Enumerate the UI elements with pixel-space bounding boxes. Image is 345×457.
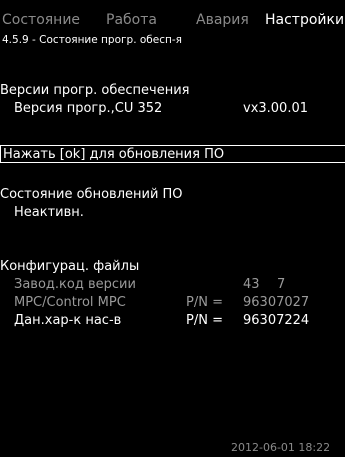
config-row-pn-label: P/N = bbox=[186, 295, 223, 310]
config-row-value: 96307224 bbox=[243, 313, 310, 328]
tab-operation[interactable]: Работа bbox=[106, 12, 157, 28]
config-row-label: MPC/Control MPC bbox=[14, 295, 126, 310]
config-row-pn-label: P/N = bbox=[186, 313, 223, 328]
update-software-button[interactable]: Нажать [ok] для обновления ПО bbox=[0, 145, 345, 163]
software-version-label: Версия прогр.,CU 352 bbox=[14, 101, 163, 116]
breadcrumb: 4.5.9 - Состояние прогр. обесп-я bbox=[2, 34, 182, 46]
config-row-label: Дан.хар-к нас-в bbox=[14, 313, 122, 328]
tab-bar: Состояние Работа Авария Настройки bbox=[0, 0, 345, 28]
footer-datetime: 2012-06-01 18:22 bbox=[231, 441, 331, 454]
update-status-heading: Состояние обновлений ПО bbox=[0, 187, 183, 202]
config-files-heading: Конфигурац. файлы bbox=[0, 259, 140, 274]
tab-status[interactable]: Состояние bbox=[2, 12, 80, 28]
software-version-value: vx3.00.01 bbox=[243, 101, 309, 116]
software-versions-heading: Версии прогр. обеспечения bbox=[0, 83, 190, 98]
config-row-value: 43 bbox=[243, 277, 260, 292]
update-software-button-label: Нажать [ok] для обновления ПО bbox=[3, 147, 225, 162]
tab-alarm[interactable]: Авария bbox=[196, 12, 249, 28]
tab-settings[interactable]: Настройки bbox=[265, 12, 344, 28]
config-row-value-secondary: 7 bbox=[277, 277, 286, 292]
config-row-value: 96307027 bbox=[243, 295, 310, 310]
config-row-label: Завод.код версии bbox=[14, 277, 136, 292]
update-status-value: Неактивн. bbox=[14, 205, 84, 220]
